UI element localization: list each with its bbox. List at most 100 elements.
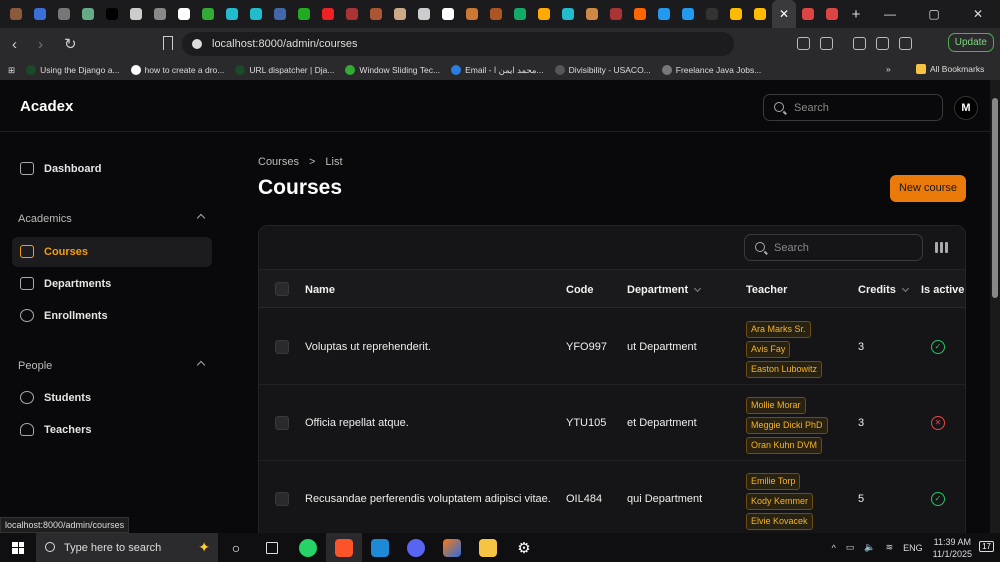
- browser-tab[interactable]: [4, 0, 28, 28]
- row-checkbox[interactable]: [275, 492, 289, 506]
- browser-tab[interactable]: [124, 0, 148, 28]
- chevron-up-icon[interactable]: ^: [832, 543, 836, 553]
- select-all-checkbox[interactable]: [275, 282, 289, 296]
- browser-tab[interactable]: [340, 0, 364, 28]
- taskbar-search[interactable]: Type here to search ✦: [36, 533, 218, 562]
- browser-tab[interactable]: [316, 0, 340, 28]
- table-row[interactable]: Recusandae perferendis voluptatem adipis…: [259, 461, 965, 531]
- col-name[interactable]: Name: [305, 284, 335, 296]
- row-checkbox[interactable]: [275, 416, 289, 430]
- new-tab-button[interactable]: +: [844, 0, 868, 28]
- site-info-icon[interactable]: [192, 39, 202, 49]
- bookmark-icon[interactable]: [163, 36, 173, 50]
- browser-tab[interactable]: [220, 0, 244, 28]
- bookmark-item[interactable]: URL dispatcher | Dja...: [235, 65, 334, 75]
- group-people[interactable]: People: [18, 360, 206, 372]
- browser-tab[interactable]: [532, 0, 556, 28]
- vscode-icon[interactable]: [362, 533, 398, 562]
- task-view-icon[interactable]: [254, 533, 290, 562]
- update-button[interactable]: Update: [947, 33, 994, 52]
- browser-tab[interactable]: [172, 0, 196, 28]
- col-is-active[interactable]: Is active: [921, 284, 964, 296]
- back-icon[interactable]: ‹: [12, 36, 26, 53]
- windows-start-icon[interactable]: [12, 541, 24, 554]
- col-teacher[interactable]: Teacher: [746, 284, 787, 296]
- new-course-button[interactable]: New course: [890, 175, 966, 202]
- browser-tab[interactable]: [148, 0, 172, 28]
- maximize-button[interactable]: ▢: [912, 0, 956, 28]
- browser-tab[interactable]: [820, 0, 844, 28]
- sidebar-item-teachers[interactable]: Teachers: [12, 415, 212, 445]
- extensions-icon[interactable]: [797, 37, 810, 50]
- browser-tab[interactable]: [580, 0, 604, 28]
- browser-tab[interactable]: [244, 0, 268, 28]
- file-explorer-icon[interactable]: [470, 533, 506, 562]
- cortana-icon[interactable]: ○: [218, 533, 254, 562]
- browser-tab[interactable]: [508, 0, 532, 28]
- browser-tab[interactable]: [436, 0, 460, 28]
- row-checkbox[interactable]: [275, 340, 289, 354]
- column-toggle-icon[interactable]: [935, 242, 948, 253]
- bookmark-item[interactable]: Window Sliding Tec...: [345, 65, 440, 75]
- browser-tab[interactable]: [796, 0, 820, 28]
- browser-tab[interactable]: [556, 0, 580, 28]
- brave-icon[interactable]: [326, 533, 362, 562]
- download-icon[interactable]: [853, 37, 866, 50]
- global-search-input[interactable]: Search: [763, 94, 943, 121]
- sidebar-item-departments[interactable]: Departments: [12, 269, 212, 299]
- browser-tab[interactable]: [652, 0, 676, 28]
- browser-tab[interactable]: [676, 0, 700, 28]
- clock[interactable]: 11:39 AM 11/1/2025: [933, 536, 972, 560]
- notifications-badge[interactable]: 17: [979, 541, 994, 552]
- active-tab-close-icon[interactable]: ✕: [772, 0, 796, 28]
- browser-tab[interactable]: [100, 0, 124, 28]
- browser-tab[interactable]: [388, 0, 412, 28]
- browser-tab[interactable]: [700, 0, 724, 28]
- bookmark-item[interactable]: Email - محمد ايمن ا...: [451, 65, 544, 76]
- browser-tab[interactable]: [412, 0, 436, 28]
- volume-icon[interactable]: 🔈: [864, 542, 875, 553]
- browser-tab[interactable]: [628, 0, 652, 28]
- sidebar-item-courses[interactable]: Courses: [12, 237, 212, 267]
- browser-tab[interactable]: [364, 0, 388, 28]
- browser-tab[interactable]: [484, 0, 508, 28]
- apps-icon[interactable]: ⊞: [8, 65, 15, 76]
- more-bookmarks-button[interactable]: »: [886, 64, 891, 74]
- bookmark-item[interactable]: how to create a dro...: [130, 65, 224, 75]
- browser-tab[interactable]: [76, 0, 100, 28]
- whatsapp-icon[interactable]: [290, 533, 326, 562]
- bookmark-item[interactable]: Using the Django a...: [26, 65, 120, 75]
- browser-tab[interactable]: [292, 0, 316, 28]
- reader-icon[interactable]: [820, 37, 833, 50]
- sidebar-icon[interactable]: [876, 37, 889, 50]
- table-search-input[interactable]: Search: [744, 234, 923, 261]
- settings-icon[interactable]: ⚙: [506, 533, 542, 562]
- browser-tab[interactable]: [52, 0, 76, 28]
- page-scrollbar[interactable]: [990, 80, 1000, 533]
- browser-tab[interactable]: [724, 0, 748, 28]
- sidebar-item-enrollments[interactable]: Enrollments: [12, 301, 212, 331]
- col-department[interactable]: Department: [627, 284, 702, 296]
- discord-icon[interactable]: [398, 533, 434, 562]
- bookmark-item[interactable]: Divisibility - USACO...: [554, 65, 651, 75]
- bookmark-item[interactable]: Freelance Java Jobs...: [661, 65, 761, 75]
- battery-icon[interactable]: ▭: [846, 542, 855, 553]
- url-field[interactable]: localhost:8000/admin/courses: [182, 32, 734, 56]
- all-bookmarks-button[interactable]: All Bookmarks: [916, 64, 984, 74]
- col-credits[interactable]: Credits: [858, 284, 909, 296]
- breadcrumb-courses[interactable]: Courses: [258, 156, 299, 168]
- browser-tab[interactable]: [28, 0, 52, 28]
- close-window-button[interactable]: ✕: [956, 0, 1000, 28]
- col-code[interactable]: Code: [566, 284, 594, 296]
- wifi-icon[interactable]: ≋: [886, 542, 894, 553]
- intellij-icon[interactable]: [434, 533, 470, 562]
- wallet-icon[interactable]: [899, 37, 912, 50]
- app-logo[interactable]: Acadex: [20, 98, 73, 115]
- browser-tab[interactable]: [196, 0, 220, 28]
- sidebar-item-dashboard[interactable]: Dashboard: [12, 154, 212, 184]
- language-indicator[interactable]: ENG: [903, 543, 923, 553]
- group-academics[interactable]: Academics: [18, 213, 206, 225]
- user-avatar[interactable]: M: [954, 96, 978, 120]
- table-row[interactable]: Voluptas ut reprehenderit. YFO997 ut Depar…: [259, 309, 965, 385]
- forward-icon[interactable]: ›: [38, 36, 52, 53]
